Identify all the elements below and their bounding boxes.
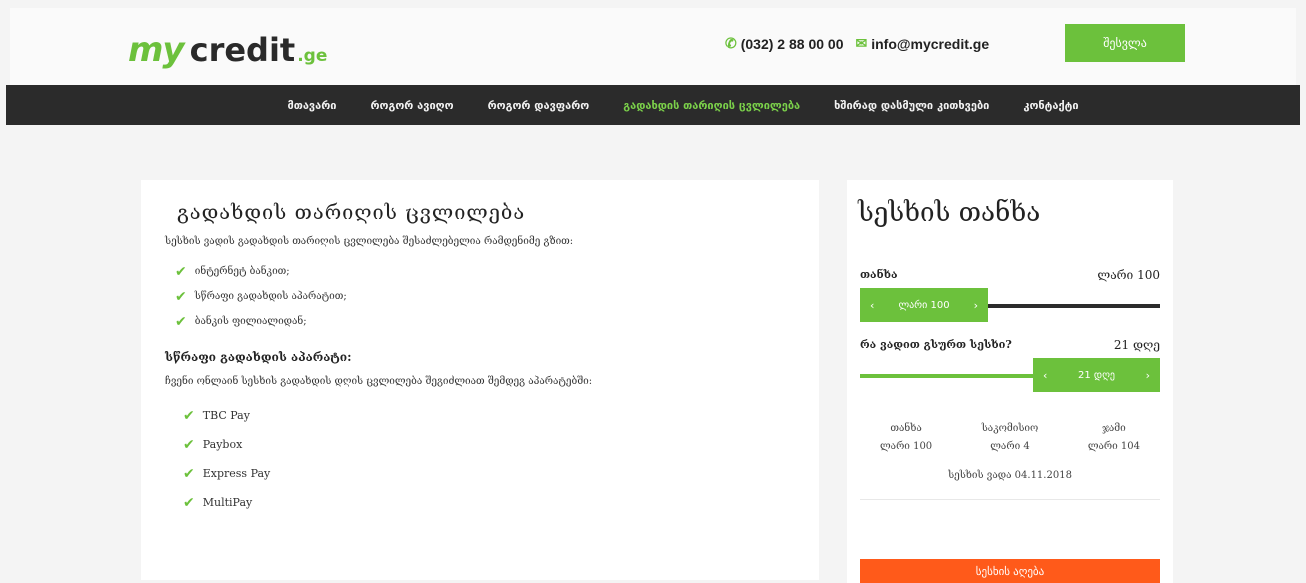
logo-my: my [128, 30, 185, 70]
phone-number: (032) 2 88 00 00 [740, 35, 844, 52]
list-item: ✔ Paybox [183, 430, 795, 459]
due-date: სესხის ვადა 04.11.2018 [860, 470, 1160, 500]
summary-item: ჯამი ლარი 104 [1088, 420, 1140, 456]
list-item: ✔ TBC Pay [183, 401, 795, 430]
contacts: ✆ (032) 2 88 00 00 ✉ info@mycredit.ge [725, 35, 989, 52]
term-fill [860, 374, 1040, 378]
nav-item-2[interactable]: როგორ დავფარო [488, 99, 590, 112]
summary-value: ლარი 4 [990, 441, 1030, 452]
checkmark-icon: ✔ [175, 288, 187, 305]
term-handle-value: 21 დღე [1077, 369, 1116, 381]
checkmark-icon: ✔ [183, 407, 195, 424]
term-label: რა ვადით გსურთ სესხი? [860, 338, 1012, 351]
list-item-label: TBC Pay [202, 409, 250, 422]
amount-slider-handle[interactable]: ‹ ლარი 100 › [860, 288, 988, 322]
summary-label: თანხა [890, 423, 922, 434]
list-item-label: ბანკის ფილიალიდან; [194, 316, 307, 327]
list-item-label: MultiPay [202, 496, 253, 509]
checkmark-icon: ✔ [175, 263, 187, 280]
summary-label: ჯამი [1102, 423, 1126, 434]
login-button[interactable]: შესვლა [1065, 24, 1185, 62]
chevron-left-icon[interactable]: ‹ [870, 299, 874, 312]
checkmark-icon: ✔ [183, 436, 195, 453]
summary-item: საკომისიო ლარი 4 [982, 420, 1039, 456]
amount-value: ლარი 100 [1097, 268, 1160, 282]
methods-list: ✔ ინტერნეტ ბანკით; ✔ სწრაფი გადახდის აპარატ… [175, 259, 795, 334]
envelope-icon: ✉ [855, 35, 868, 51]
email-address: info@mycredit.ge [871, 35, 990, 52]
list-item: ✔ სწრაფი გადახდის აპარატით; [175, 284, 795, 309]
list-item-label: სწრაფი გადახდის აპარატით; [194, 291, 347, 302]
page-title: გადახდის თარიღის ცვლილება [177, 200, 526, 224]
term-slider-handle[interactable]: ‹ 21 დღე › [1033, 358, 1160, 392]
summary-value: ლარი 100 [880, 441, 933, 452]
main-content: გადახდის თარიღის ცვლილება სესხის ვადის გ… [141, 180, 819, 580]
checkmark-icon: ✔ [183, 494, 195, 511]
phone-icon: ✆ [725, 35, 737, 51]
calculator-title: სესხის თანხა [858, 198, 1041, 228]
chevron-left-icon[interactable]: ‹ [1043, 369, 1047, 382]
nav-item-4[interactable]: ხშირად დასმული კითხვები [834, 99, 989, 112]
nav-item-5[interactable]: კონტაქტი [1023, 99, 1078, 112]
site-logo[interactable]: my credit .ge [128, 30, 327, 70]
checkmark-icon: ✔ [183, 465, 195, 482]
list-item: ✔ Express Pay [183, 459, 795, 488]
amount-handle-value: ლარი 100 [898, 299, 950, 311]
checkmark-icon: ✔ [175, 313, 187, 330]
main-nav: მთავარი როგორ ავიღო როგორ დავფარო გადახდის … [6, 85, 1300, 125]
amount-slider[interactable]: ‹ ლარი 100 › [860, 288, 1160, 324]
terminals-intro: ჩვენი ონლაინ სესხის გადახდის დღის ცვლილე… [165, 376, 593, 387]
get-loan-button[interactable]: სესხის აღება [860, 559, 1160, 583]
email-contact[interactable]: ✉ info@mycredit.ge [855, 35, 989, 52]
loan-calculator: სესხის თანხა თანხა ლარი 100 ‹ ლარი 100 ›… [847, 180, 1173, 583]
summary-value: ლარი 104 [1087, 441, 1140, 452]
list-item-label: ინტერნეტ ბანკით; [194, 266, 290, 277]
site-header: my credit .ge ✆ (032) 2 88 00 00 ✉ info@… [10, 8, 1296, 85]
nav-item-1[interactable]: როგორ ავიღო [370, 99, 453, 112]
list-item-label: Paybox [202, 438, 243, 451]
phone-contact[interactable]: ✆ (032) 2 88 00 00 [725, 35, 843, 52]
logo-credit: credit [189, 31, 296, 69]
nav-item-0[interactable]: მთავარი [287, 99, 336, 112]
summary-label: საკომისიო [981, 423, 1039, 434]
terminals-title: სწრაფი გადახდის აპარატი: [165, 350, 352, 364]
term-slider[interactable]: ‹ 21 დღე › [860, 358, 1160, 394]
amount-label: თანხა [860, 268, 898, 281]
list-item: ✔ ბანკის ფილიალიდან; [175, 309, 795, 334]
chevron-right-icon[interactable]: › [974, 299, 978, 312]
loan-summary: თანხა ლარი 100 საკომისიო ლარი 4 ჯამი ლარი 104 [860, 420, 1160, 456]
summary-item: თანხა ლარი 100 [880, 420, 932, 456]
logo-ge: .ge [297, 46, 328, 66]
term-row: რა ვადით გსურთ სესხი? 21 დღე [860, 338, 1160, 352]
amount-row: თანხა ლარი 100 [860, 268, 1160, 282]
list-item: ✔ MultiPay [183, 488, 795, 517]
list-item-label: Express Pay [202, 467, 271, 480]
intro-text: სესხის ვადის გადახდის თარიღის ცვლილება შ… [165, 236, 574, 247]
terminals-list: ✔ TBC Pay ✔ Paybox ✔ Express Pay ✔ MultiPay [183, 401, 795, 517]
term-value: 21 დღე [1113, 338, 1160, 352]
list-item: ✔ ინტერნეტ ბანკით; [175, 259, 795, 284]
chevron-right-icon[interactable]: › [1146, 369, 1150, 382]
nav-item-3[interactable]: გადახდის თარიღის ცვლილება [623, 99, 800, 112]
